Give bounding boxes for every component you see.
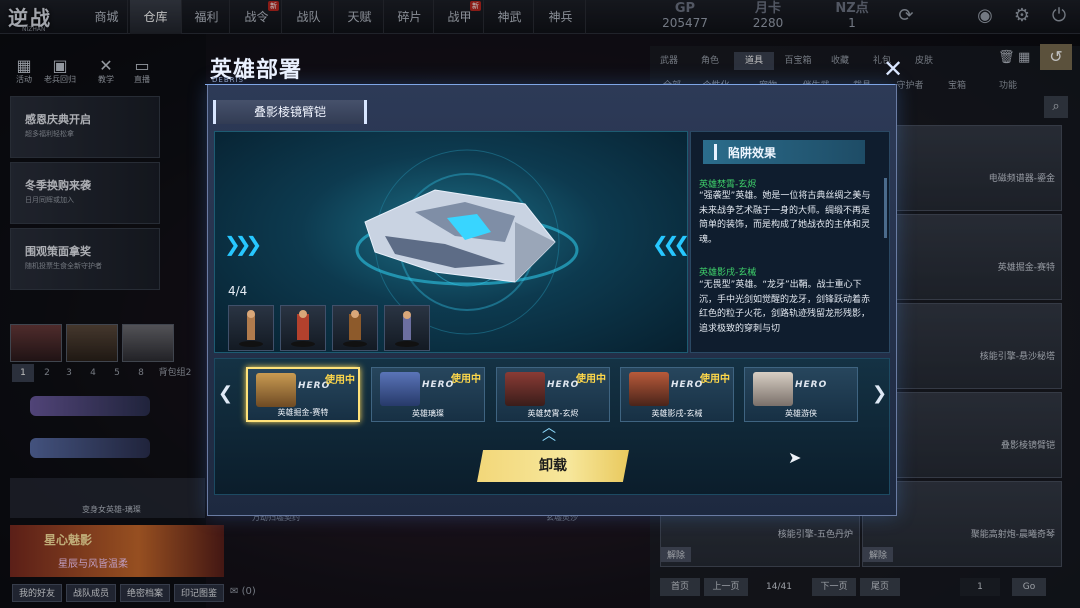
effect-title-marker — [714, 144, 717, 160]
hero-card[interactable]: HERO 使用中 英雄掘金-赛特 — [246, 367, 360, 422]
hero-name: 英雄掘金-赛特 — [277, 408, 329, 417]
right-chevrons-icon: ❮❮❮ — [652, 232, 690, 256]
effect-title: 陷阱效果 — [728, 146, 777, 160]
hero-logo-text: HERO — [795, 380, 828, 390]
hero-logo-text: HERO — [547, 380, 580, 390]
in-use-label: 使用中 — [325, 375, 355, 386]
left-chevrons-icon: ❯❯❯ — [224, 232, 262, 256]
effect-scrollbar[interactable] — [884, 178, 887, 238]
hero-name: 英雄游侠 — [785, 409, 817, 418]
hero-name: 英雄焚霄-玄烬 — [527, 409, 579, 418]
hero-portrait — [629, 372, 669, 406]
carousel-left-icon[interactable]: ❮ — [218, 383, 233, 404]
hero-portrait — [256, 373, 296, 407]
hero-name: 英雄影戌-玄械 — [651, 409, 703, 418]
hero-name: 英雄璃璨 — [412, 409, 444, 418]
expand-up-icon[interactable]: ︿ ︿ — [542, 421, 556, 443]
game-screen: 逆战 NIZHAN 商城 仓库 福利 战令新 战队 天赋 碎片 战甲新 神武 神… — [0, 0, 1080, 608]
hero-logo-text: HERO — [422, 380, 455, 390]
modal-subtitle: DEBRIS — [212, 76, 244, 84]
hero-thumbnail[interactable] — [332, 305, 378, 351]
unequip-button[interactable]: 卸载 — [477, 450, 629, 482]
hero-card[interactable]: HERO 使用中 英雄璃璨 — [371, 367, 485, 422]
hero-card[interactable]: HERO 使用中 英雄影戌-玄械 — [620, 367, 734, 422]
hero-thumbnail[interactable] — [228, 305, 274, 351]
hero-portrait — [753, 372, 793, 406]
modal-divider — [205, 84, 895, 85]
item-name-tab[interactable]: 叠影棱镜臂铠 — [213, 100, 367, 124]
hero-figure-icon — [239, 310, 263, 347]
effect-hero-desc: “强袭型”英雄。她是一位将古典丝绸之美与未来战争艺术融于一身的大师。绸缎不再是简… — [699, 191, 871, 245]
hero-thumbnail[interactable] — [280, 305, 326, 351]
hero-card[interactable]: HERO 使用中 英雄焚霄-玄烬 — [496, 367, 610, 422]
mouse-cursor-icon: ➤ — [788, 448, 802, 467]
in-use-label: 使用中 — [700, 374, 730, 385]
hero-figure-icon — [395, 311, 419, 347]
arm-gauntlet-shape — [364, 189, 556, 283]
hero-counter: 4/4 — [228, 284, 248, 298]
effect-hero-name: 英雄影戌-玄械 — [699, 268, 757, 278]
hero-logo-text: HERO — [671, 380, 704, 390]
hero-portrait — [380, 372, 420, 406]
effect-hero-desc: “无畏型”英雄。“龙牙”出鞘。战士重心下沉，手中光剑如觉醒的龙牙，剑锋跃动着赤红… — [699, 280, 871, 334]
hero-portrait — [505, 372, 545, 406]
in-use-label: 使用中 — [451, 374, 481, 385]
hero-thumbnail[interactable] — [384, 305, 430, 351]
hero-card[interactable]: HERO 英雄游侠 — [744, 367, 858, 422]
in-use-label: 使用中 — [576, 374, 606, 385]
close-icon[interactable]: ✕ — [880, 57, 906, 83]
carousel-right-icon[interactable]: ❯ — [872, 383, 887, 404]
hero-figure-icon — [291, 310, 315, 347]
hero-figure-icon — [343, 310, 367, 347]
